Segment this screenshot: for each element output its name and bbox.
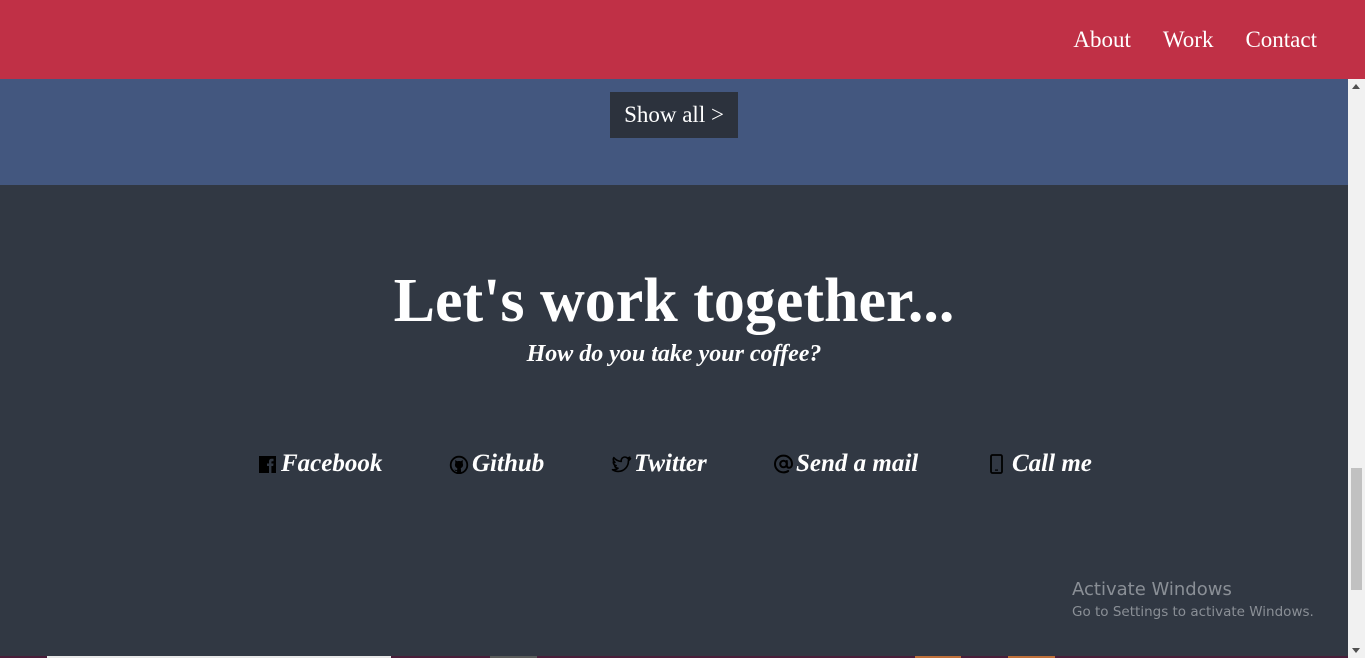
github-label: Github xyxy=(472,450,545,477)
contact-subtitle: How do you take your coffee? xyxy=(526,341,822,367)
call-me-label: Call me xyxy=(1012,450,1092,477)
twitter-icon xyxy=(611,454,632,474)
twitter-label: Twitter xyxy=(634,450,707,477)
watermark-title: Activate Windows xyxy=(1072,579,1232,600)
watermark-subtitle: Go to Settings to activate Windows. xyxy=(1072,604,1314,620)
scroll-up-arrow-icon[interactable] xyxy=(1352,84,1360,89)
work-section: Show all > xyxy=(0,79,1348,185)
github-icon xyxy=(449,454,469,474)
twitter-link[interactable]: Twitter xyxy=(611,449,707,479)
facebook-icon xyxy=(258,454,278,474)
phone-icon xyxy=(989,454,1009,474)
main-nav: About Work Contact xyxy=(1073,26,1317,54)
nav-link-work[interactable]: Work xyxy=(1163,26,1214,54)
site-header: About Work Contact xyxy=(0,0,1365,79)
scrollbar-thumb[interactable] xyxy=(1351,468,1362,590)
send-mail-label: Send a mail xyxy=(796,450,919,477)
call-me-link[interactable]: Call me xyxy=(989,449,1092,479)
windows-activation-watermark: Activate Windows Go to Settings to activ… xyxy=(1072,578,1314,622)
show-all-button[interactable]: Show all > xyxy=(610,92,738,138)
facebook-link[interactable]: Facebook xyxy=(258,449,382,479)
contact-title: Let's work together... xyxy=(393,267,955,335)
github-link[interactable]: Github xyxy=(449,449,544,479)
at-icon xyxy=(773,454,794,474)
facebook-label: Facebook xyxy=(281,450,383,477)
nav-link-contact[interactable]: Contact xyxy=(1245,26,1317,54)
nav-link-about[interactable]: About xyxy=(1073,26,1131,54)
send-mail-link[interactable]: Send a mail xyxy=(773,449,918,479)
scroll-down-arrow-icon[interactable] xyxy=(1352,648,1360,653)
vertical-scrollbar[interactable] xyxy=(1348,79,1365,658)
